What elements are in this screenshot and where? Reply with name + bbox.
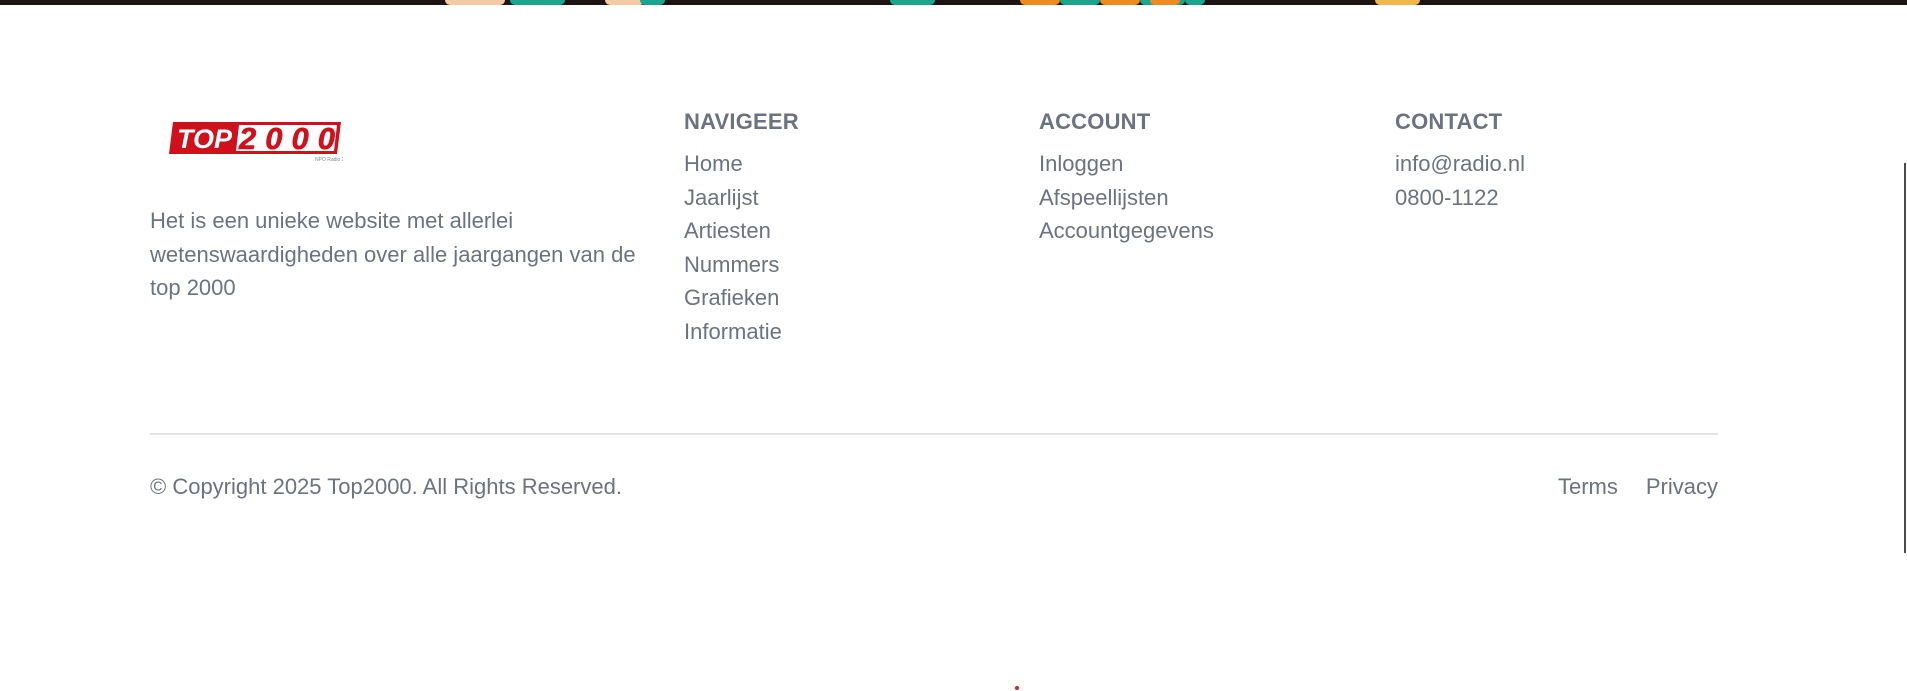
nav-link-jaarlijst[interactable]: Jaarlijst (684, 181, 799, 215)
contact-phone-link[interactable]: 0800-1122 (1395, 181, 1525, 215)
nav-link-grafieken[interactable]: Grafieken (684, 281, 799, 315)
top2000-logo[interactable]: TOP 2000 NPO Radio 2 (167, 118, 343, 162)
account-heading: ACCOUNT (1039, 109, 1151, 134)
account-link-accountgegevens[interactable]: Accountgegevens (1039, 214, 1214, 248)
contact-heading: CONTACT (1395, 109, 1503, 134)
contact-email-link[interactable]: info@radio.nl (1395, 147, 1525, 181)
site-footer: TOP 2000 NPO Radio 2 Het is een unieke w… (150, 0, 1718, 691)
account-list: Inloggen Afspeellijsten Accountgegevens (1039, 147, 1214, 248)
account-link-afspeellijsten[interactable]: Afspeellijsten (1039, 181, 1214, 215)
svg-text:TOP: TOP (177, 124, 233, 154)
footer-nav-column: NAVIGEER Home Jaarlijst Artiesten Nummer… (684, 107, 799, 348)
nav-link-artiesten[interactable]: Artiesten (684, 214, 799, 248)
terms-link[interactable]: Terms (1558, 471, 1618, 503)
footer-brand: TOP 2000 NPO Radio 2 Het is een unieke w… (150, 118, 650, 327)
nav-heading: NAVIGEER (684, 109, 799, 134)
red-dot-marker (1015, 686, 1019, 690)
copyright-text: © Copyright 2025 Top2000. All Rights Res… (150, 474, 622, 499)
nav-link-home[interactable]: Home (684, 147, 799, 181)
account-link-inloggen[interactable]: Inloggen (1039, 147, 1214, 181)
nav-link-nummers[interactable]: Nummers (684, 248, 799, 282)
footer-contact-column: CONTACT info@radio.nl 0800-1122 (1395, 107, 1525, 214)
nav-link-informatie[interactable]: Informatie (684, 315, 799, 349)
footer-divider (150, 433, 1718, 435)
nav-list: Home Jaarlijst Artiesten Nummers Grafiek… (684, 147, 799, 348)
contact-list: info@radio.nl 0800-1122 (1395, 147, 1525, 214)
legal-links: Terms Privacy (1558, 471, 1718, 503)
footer-description: Het is een unieke website met allerlei w… (150, 208, 636, 300)
top2000-logo-image: TOP 2000 NPO Radio 2 (169, 121, 343, 162)
scrollbar[interactable] (1904, 163, 1906, 553)
svg-text:NPO Radio 2: NPO Radio 2 (315, 157, 343, 162)
privacy-link[interactable]: Privacy (1646, 471, 1718, 503)
footer-account-column: ACCOUNT Inloggen Afspeellijsten Accountg… (1039, 107, 1214, 248)
